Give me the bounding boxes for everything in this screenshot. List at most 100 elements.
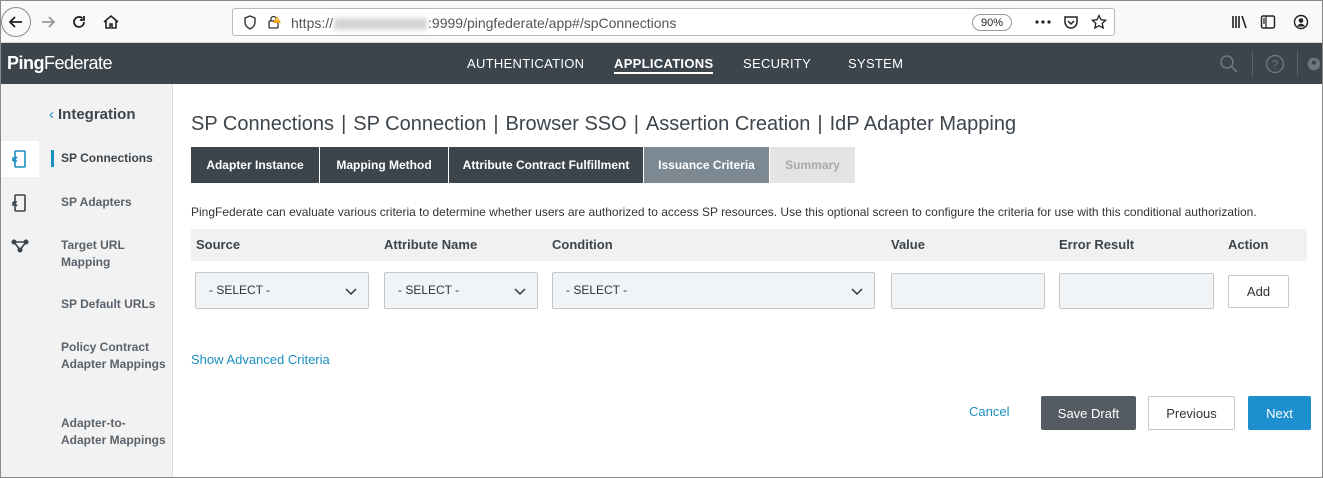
header-divider	[1297, 51, 1298, 76]
error-result-input[interactable]	[1059, 273, 1214, 309]
source-select-value: - SELECT -	[209, 283, 271, 297]
chevron-left-icon: ‹	[49, 106, 54, 123]
sidebar-item-policy-contract-adapter-mappings[interactable]: Policy Contract Adapter Mappings	[61, 339, 166, 372]
breadcrumb: SP Connections | SP Connection | Browser SSO…	[191, 113, 1016, 136]
column-header-source: Source	[196, 237, 241, 252]
breadcrumb-separator: |	[341, 113, 347, 135]
breadcrumb-separator: |	[817, 113, 823, 135]
arrow-left-icon	[8, 16, 22, 28]
page-description: PingFederate can evaluate various criter…	[191, 205, 1257, 219]
reload-icon	[73, 16, 85, 28]
step-mapping-method[interactable]: Mapping Method	[320, 147, 449, 183]
icon-rail	[1, 84, 39, 477]
column-header-attribute-name: Attribute Name	[384, 237, 478, 252]
sidebar: ‹ Integration SP Connections SP Adapters …	[39, 84, 173, 477]
more-actions-icon[interactable]	[1034, 13, 1052, 31]
header-divider	[1252, 51, 1253, 76]
add-criteria-button[interactable]: Add	[1228, 275, 1289, 308]
sidebar-item-target-url-mapping[interactable]: Target URL Mapping	[61, 237, 166, 270]
reload-button[interactable]	[66, 9, 92, 35]
sidebar-item-sp-default-urls[interactable]: SP Default URLs	[61, 296, 166, 313]
column-header-value: Value	[891, 237, 925, 252]
rail-target-url[interactable]	[1, 228, 39, 264]
breadcrumb-separator: |	[493, 113, 499, 135]
user-menu-icon[interactable]	[1307, 52, 1321, 76]
bookmark-star-icon[interactable]	[1090, 13, 1108, 31]
sidebar-toggle-button[interactable]	[1255, 9, 1281, 35]
source-select[interactable]: - SELECT -	[195, 272, 369, 309]
address-bar[interactable]: https:// :9999/pingfederate/app#/spConnec…	[232, 8, 1115, 36]
sidebar-item-sp-adapters[interactable]: SP Adapters	[61, 194, 166, 211]
wizard-steps: Adapter Instance Mapping Method Attribut…	[191, 147, 856, 183]
step-summary: Summary	[770, 147, 856, 183]
search-icon[interactable]	[1217, 52, 1241, 76]
help-icon[interactable]: ?	[1263, 52, 1287, 76]
chevron-down-icon	[851, 288, 863, 296]
step-attribute-contract-fulfillment[interactable]: Attribute Contract Fulfillment	[449, 147, 644, 183]
nav-applications[interactable]: APPLICATIONS	[614, 56, 714, 74]
home-button[interactable]	[98, 9, 124, 35]
sidebar-item-adapter-to-adapter-mappings[interactable]: Adapter-to-Adapter Mappings	[61, 415, 166, 448]
save-draft-button[interactable]: Save Draft	[1041, 396, 1136, 430]
step-issuance-criteria[interactable]: Issuance Criteria	[644, 147, 770, 183]
active-indicator	[51, 150, 54, 167]
show-advanced-criteria-link[interactable]: Show Advanced Criteria	[191, 352, 330, 367]
rail-sp-adapters[interactable]	[1, 185, 39, 221]
breadcrumb-item: IdP Adapter Mapping	[829, 113, 1017, 135]
attribute-name-select[interactable]: - SELECT -	[384, 272, 538, 309]
logo-bold-text: Ping	[7, 53, 45, 73]
arrow-right-icon	[42, 16, 56, 28]
pocket-icon[interactable]	[1062, 13, 1080, 31]
sidebar-title: Integration	[58, 106, 136, 123]
next-button[interactable]: Next	[1248, 396, 1311, 430]
sidebar-back-link[interactable]: ‹ Integration	[49, 106, 136, 123]
redacted-host	[334, 18, 428, 31]
condition-select[interactable]: - SELECT -	[552, 272, 875, 309]
chevron-down-icon	[345, 288, 357, 296]
url-text[interactable]: https:// :9999/pingfederate/app#/spConnec…	[291, 15, 676, 31]
account-button[interactable]	[1288, 9, 1314, 35]
breadcrumb-separator: |	[633, 113, 639, 135]
library-button[interactable]	[1227, 9, 1253, 35]
sidebar-item-sp-connections[interactable]: SP Connections	[61, 150, 166, 167]
nav-authentication[interactable]: AUTHENTICATION	[467, 56, 584, 71]
attribute-select-value: - SELECT -	[398, 283, 460, 297]
column-header-error-result: Error Result	[1059, 237, 1135, 252]
pingfederate-logo[interactable]: PingFederate	[7, 53, 113, 74]
cancel-link[interactable]: Cancel	[969, 404, 1009, 419]
home-icon	[103, 14, 119, 29]
network-icon	[11, 239, 29, 253]
condition-select-value: - SELECT -	[566, 283, 628, 297]
rail-sp-connections[interactable]	[1, 141, 39, 177]
adapter-icon	[12, 194, 26, 212]
zoom-level[interactable]: 90%	[972, 14, 1012, 31]
sidebar-icon	[1260, 15, 1276, 29]
breadcrumb-item: SP Connection	[353, 113, 487, 135]
svg-text:?: ?	[1272, 58, 1279, 72]
breadcrumb-item: SP Connections	[191, 113, 335, 135]
account-icon	[1293, 14, 1309, 30]
library-icon	[1232, 15, 1247, 29]
url-path: :9999/pingfederate/app#/spConnections	[428, 15, 677, 31]
column-header-condition: Condition	[552, 237, 613, 252]
value-input[interactable]	[891, 273, 1045, 309]
url-scheme: https://	[291, 15, 334, 31]
back-button[interactable]	[1, 7, 31, 37]
app-header: PingFederate AUTHENTICATION APPLICATIONS…	[1, 43, 1322, 84]
breadcrumb-item: Assertion Creation	[645, 113, 811, 135]
previous-button[interactable]: Previous	[1148, 396, 1235, 430]
browser-toolbar: https:// :9999/pingfederate/app#/spConnec…	[1, 1, 1322, 43]
column-header-action: Action	[1228, 237, 1269, 252]
logo-rest-text: Federate	[44, 53, 113, 73]
breadcrumb-item: Browser SSO	[505, 113, 627, 135]
insecure-lock-icon[interactable]	[265, 13, 283, 31]
step-adapter-instance[interactable]: Adapter Instance	[191, 147, 320, 183]
browser-window: https:// :9999/pingfederate/app#/spConnec…	[0, 0, 1323, 478]
sp-connection-icon	[12, 150, 26, 168]
shield-icon[interactable]	[241, 13, 259, 31]
chevron-down-icon	[514, 288, 526, 296]
criteria-table-header: Source Attribute Name Condition Value Er…	[191, 229, 1307, 261]
forward-button[interactable]	[35, 9, 61, 35]
nav-security[interactable]: SECURITY	[743, 56, 811, 71]
nav-system[interactable]: SYSTEM	[848, 56, 903, 71]
